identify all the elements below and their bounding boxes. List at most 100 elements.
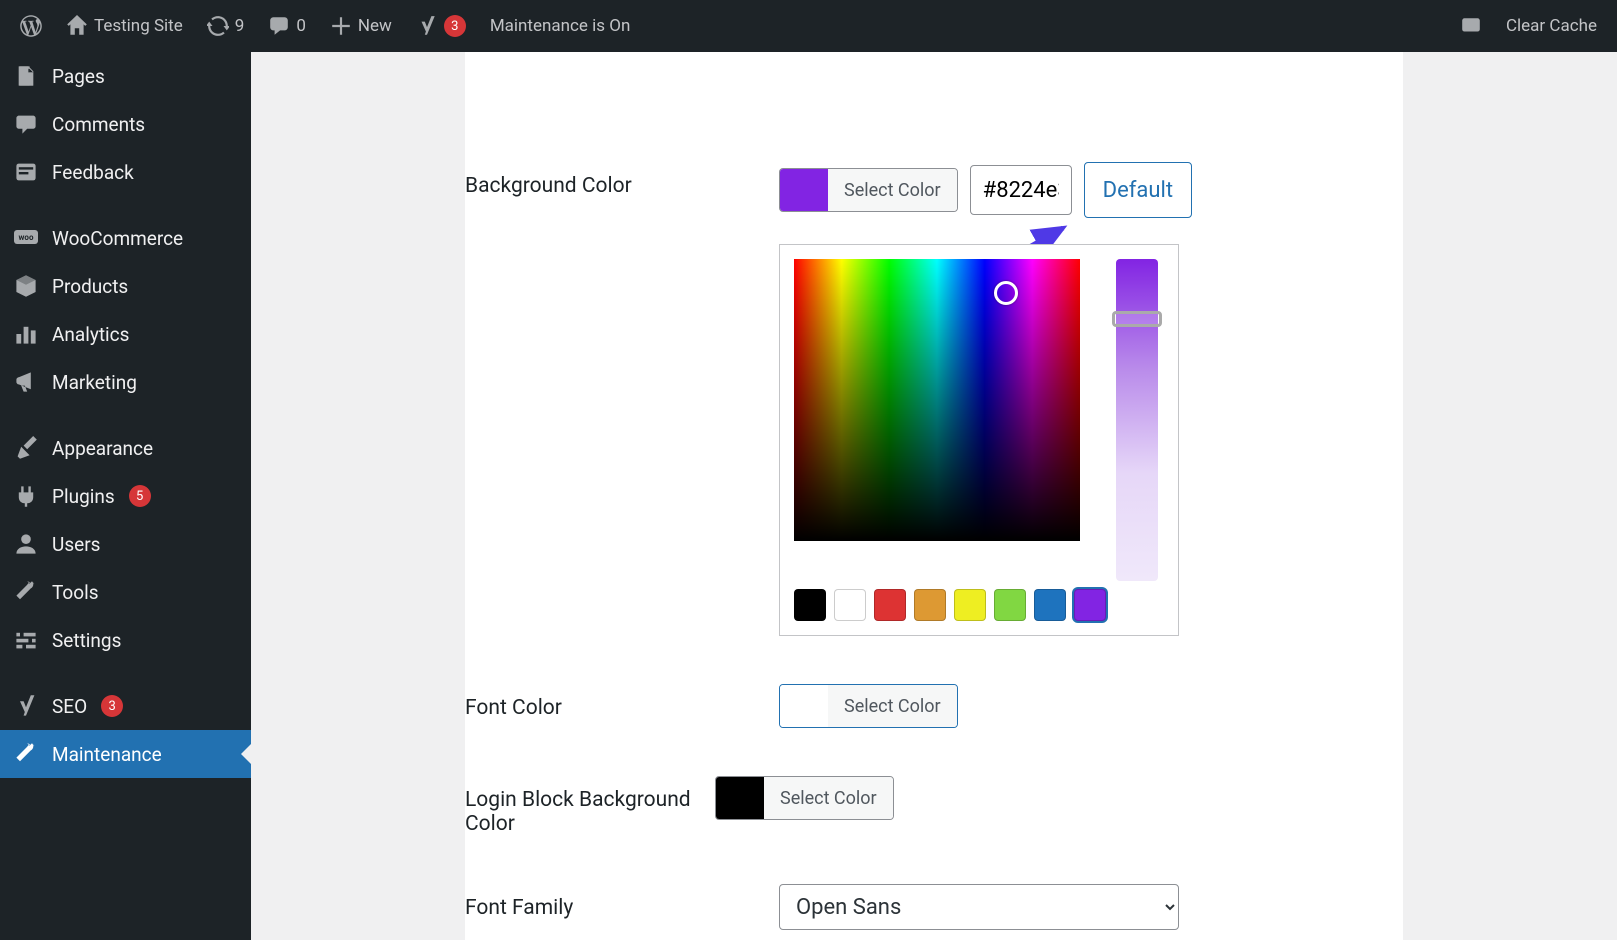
label-font-family: Font Family xyxy=(465,884,779,920)
site-name-text: Testing Site xyxy=(94,16,183,36)
marketing-icon xyxy=(14,370,38,394)
maintenance-text: Maintenance is On xyxy=(490,16,631,36)
color-picker-hue-strip[interactable] xyxy=(1116,259,1158,581)
palette-swatch-white[interactable] xyxy=(834,589,866,621)
settings-panel: Background Color Select Color Default xyxy=(465,52,1403,940)
feedback-icon xyxy=(14,160,38,184)
updates-link[interactable]: 9 xyxy=(195,0,257,52)
sidebar-item-label: WooCommerce xyxy=(52,227,183,250)
sidebar-item-label: Tools xyxy=(52,581,99,604)
row-login-bg-color: Login Block Background Color Select Colo… xyxy=(465,752,1403,860)
plus-icon xyxy=(330,15,352,37)
font-color-picker-trigger[interactable]: Select Color xyxy=(779,684,958,728)
sidebar-item-label: Plugins xyxy=(52,485,115,508)
comments-count: 0 xyxy=(296,16,306,36)
notices-link[interactable] xyxy=(1448,0,1494,52)
clear-cache-link[interactable]: Clear Cache xyxy=(1494,0,1609,52)
comments-icon xyxy=(268,15,290,37)
sidebar-item-woocommerce[interactable]: woo WooCommerce xyxy=(0,214,251,262)
appearance-icon xyxy=(14,436,38,460)
sidebar-item-label: SEO xyxy=(52,695,87,718)
sidebar-item-comments[interactable]: Comments xyxy=(0,100,251,148)
site-name-link[interactable]: Testing Site xyxy=(54,0,195,52)
palette-swatch-purple[interactable] xyxy=(1074,589,1106,621)
clear-cache-text: Clear Cache xyxy=(1506,16,1597,36)
products-icon xyxy=(14,274,38,298)
woo-icon: woo xyxy=(14,226,38,250)
sidebar-item-analytics[interactable]: Analytics xyxy=(0,310,251,358)
palette-swatch-green[interactable] xyxy=(994,589,1026,621)
select-color-label: Select Color xyxy=(764,777,893,819)
users-icon xyxy=(14,532,38,556)
comment-icon xyxy=(14,112,38,136)
sidebar-item-tools[interactable]: Tools xyxy=(0,568,251,616)
login-bg-color-picker-trigger[interactable]: Select Color xyxy=(715,776,894,820)
row-font-color: Font Color Select Color xyxy=(465,660,1403,752)
login-bg-color-swatch xyxy=(716,777,764,819)
sidebar-item-label: Products xyxy=(52,275,128,298)
font-color-swatch xyxy=(780,685,828,727)
sidebar-item-plugins[interactable]: Plugins 5 xyxy=(0,472,251,520)
sidebar-item-label: Appearance xyxy=(52,437,153,460)
sidebar-item-label: Feedback xyxy=(52,161,134,184)
new-content-link[interactable]: New xyxy=(318,0,404,52)
sidebar-item-marketing[interactable]: Marketing xyxy=(0,358,251,406)
select-color-label: Select Color xyxy=(828,685,957,727)
row-font-family: Font Family Open Sans xyxy=(465,860,1403,930)
select-color-label: Select Color xyxy=(828,169,957,211)
admin-bar: Testing Site 9 0 New 3 Maintenance is On xyxy=(0,0,1617,52)
sidebar-item-users[interactable]: Users xyxy=(0,520,251,568)
maintenance-icon xyxy=(14,742,38,766)
palette-swatch-red[interactable] xyxy=(874,589,906,621)
svg-text:woo: woo xyxy=(19,233,34,242)
maintenance-status[interactable]: Maintenance is On xyxy=(478,0,643,52)
plugins-badge: 5 xyxy=(129,485,151,507)
notices-icon xyxy=(1460,15,1482,37)
palette-swatch-blue[interactable] xyxy=(1034,589,1066,621)
bg-color-default-button[interactable]: Default xyxy=(1084,162,1192,218)
wordpress-icon xyxy=(20,15,42,37)
admin-sidebar: Pages Comments Feedback woo WooCommerce … xyxy=(0,52,251,940)
update-icon xyxy=(207,15,229,37)
yoast-icon xyxy=(416,15,438,37)
sidebar-item-label: Pages xyxy=(52,65,105,88)
sidebar-item-label: Users xyxy=(52,533,100,556)
seo-badge: 3 xyxy=(101,695,123,717)
sidebar-item-label: Comments xyxy=(52,113,145,136)
wp-logo[interactable] xyxy=(8,0,54,52)
row-background-color: Background Color Select Color Default xyxy=(465,112,1403,660)
pages-icon xyxy=(14,64,38,88)
new-content-label: New xyxy=(358,16,392,36)
sidebar-item-label: Settings xyxy=(52,629,121,652)
bg-color-picker-trigger[interactable]: Select Color xyxy=(779,168,958,212)
sidebar-item-settings[interactable]: Settings xyxy=(0,616,251,664)
label-font-color: Font Color xyxy=(465,684,779,720)
label-login-bg-color: Login Block Background Color xyxy=(465,776,715,836)
sidebar-item-pages[interactable]: Pages xyxy=(0,52,251,100)
color-palette xyxy=(794,589,1164,621)
palette-swatch-black[interactable] xyxy=(794,589,826,621)
seo-icon xyxy=(14,694,38,718)
sidebar-item-seo[interactable]: SEO 3 xyxy=(0,682,251,730)
content-area: Background Color Select Color Default xyxy=(251,52,1617,940)
sidebar-item-label: Maintenance xyxy=(52,743,162,766)
saturation-handle[interactable] xyxy=(994,281,1018,305)
sidebar-item-label: Marketing xyxy=(52,371,137,394)
bg-color-hex-input[interactable] xyxy=(970,165,1072,215)
updates-count: 9 xyxy=(235,16,245,36)
comments-link[interactable]: 0 xyxy=(256,0,318,52)
tools-icon xyxy=(14,580,38,604)
settings-icon xyxy=(14,628,38,652)
yoast-link[interactable]: 3 xyxy=(404,0,478,52)
home-icon xyxy=(66,15,88,37)
color-picker-saturation[interactable] xyxy=(794,259,1080,541)
font-family-select[interactable]: Open Sans xyxy=(779,884,1179,930)
sidebar-item-maintenance[interactable]: Maintenance xyxy=(0,730,251,778)
plugins-icon xyxy=(14,484,38,508)
sidebar-item-feedback[interactable]: Feedback xyxy=(0,148,251,196)
palette-swatch-orange[interactable] xyxy=(914,589,946,621)
sidebar-item-appearance[interactable]: Appearance xyxy=(0,424,251,472)
palette-swatch-yellow[interactable] xyxy=(954,589,986,621)
hue-handle[interactable] xyxy=(1112,311,1162,327)
sidebar-item-products[interactable]: Products xyxy=(0,262,251,310)
